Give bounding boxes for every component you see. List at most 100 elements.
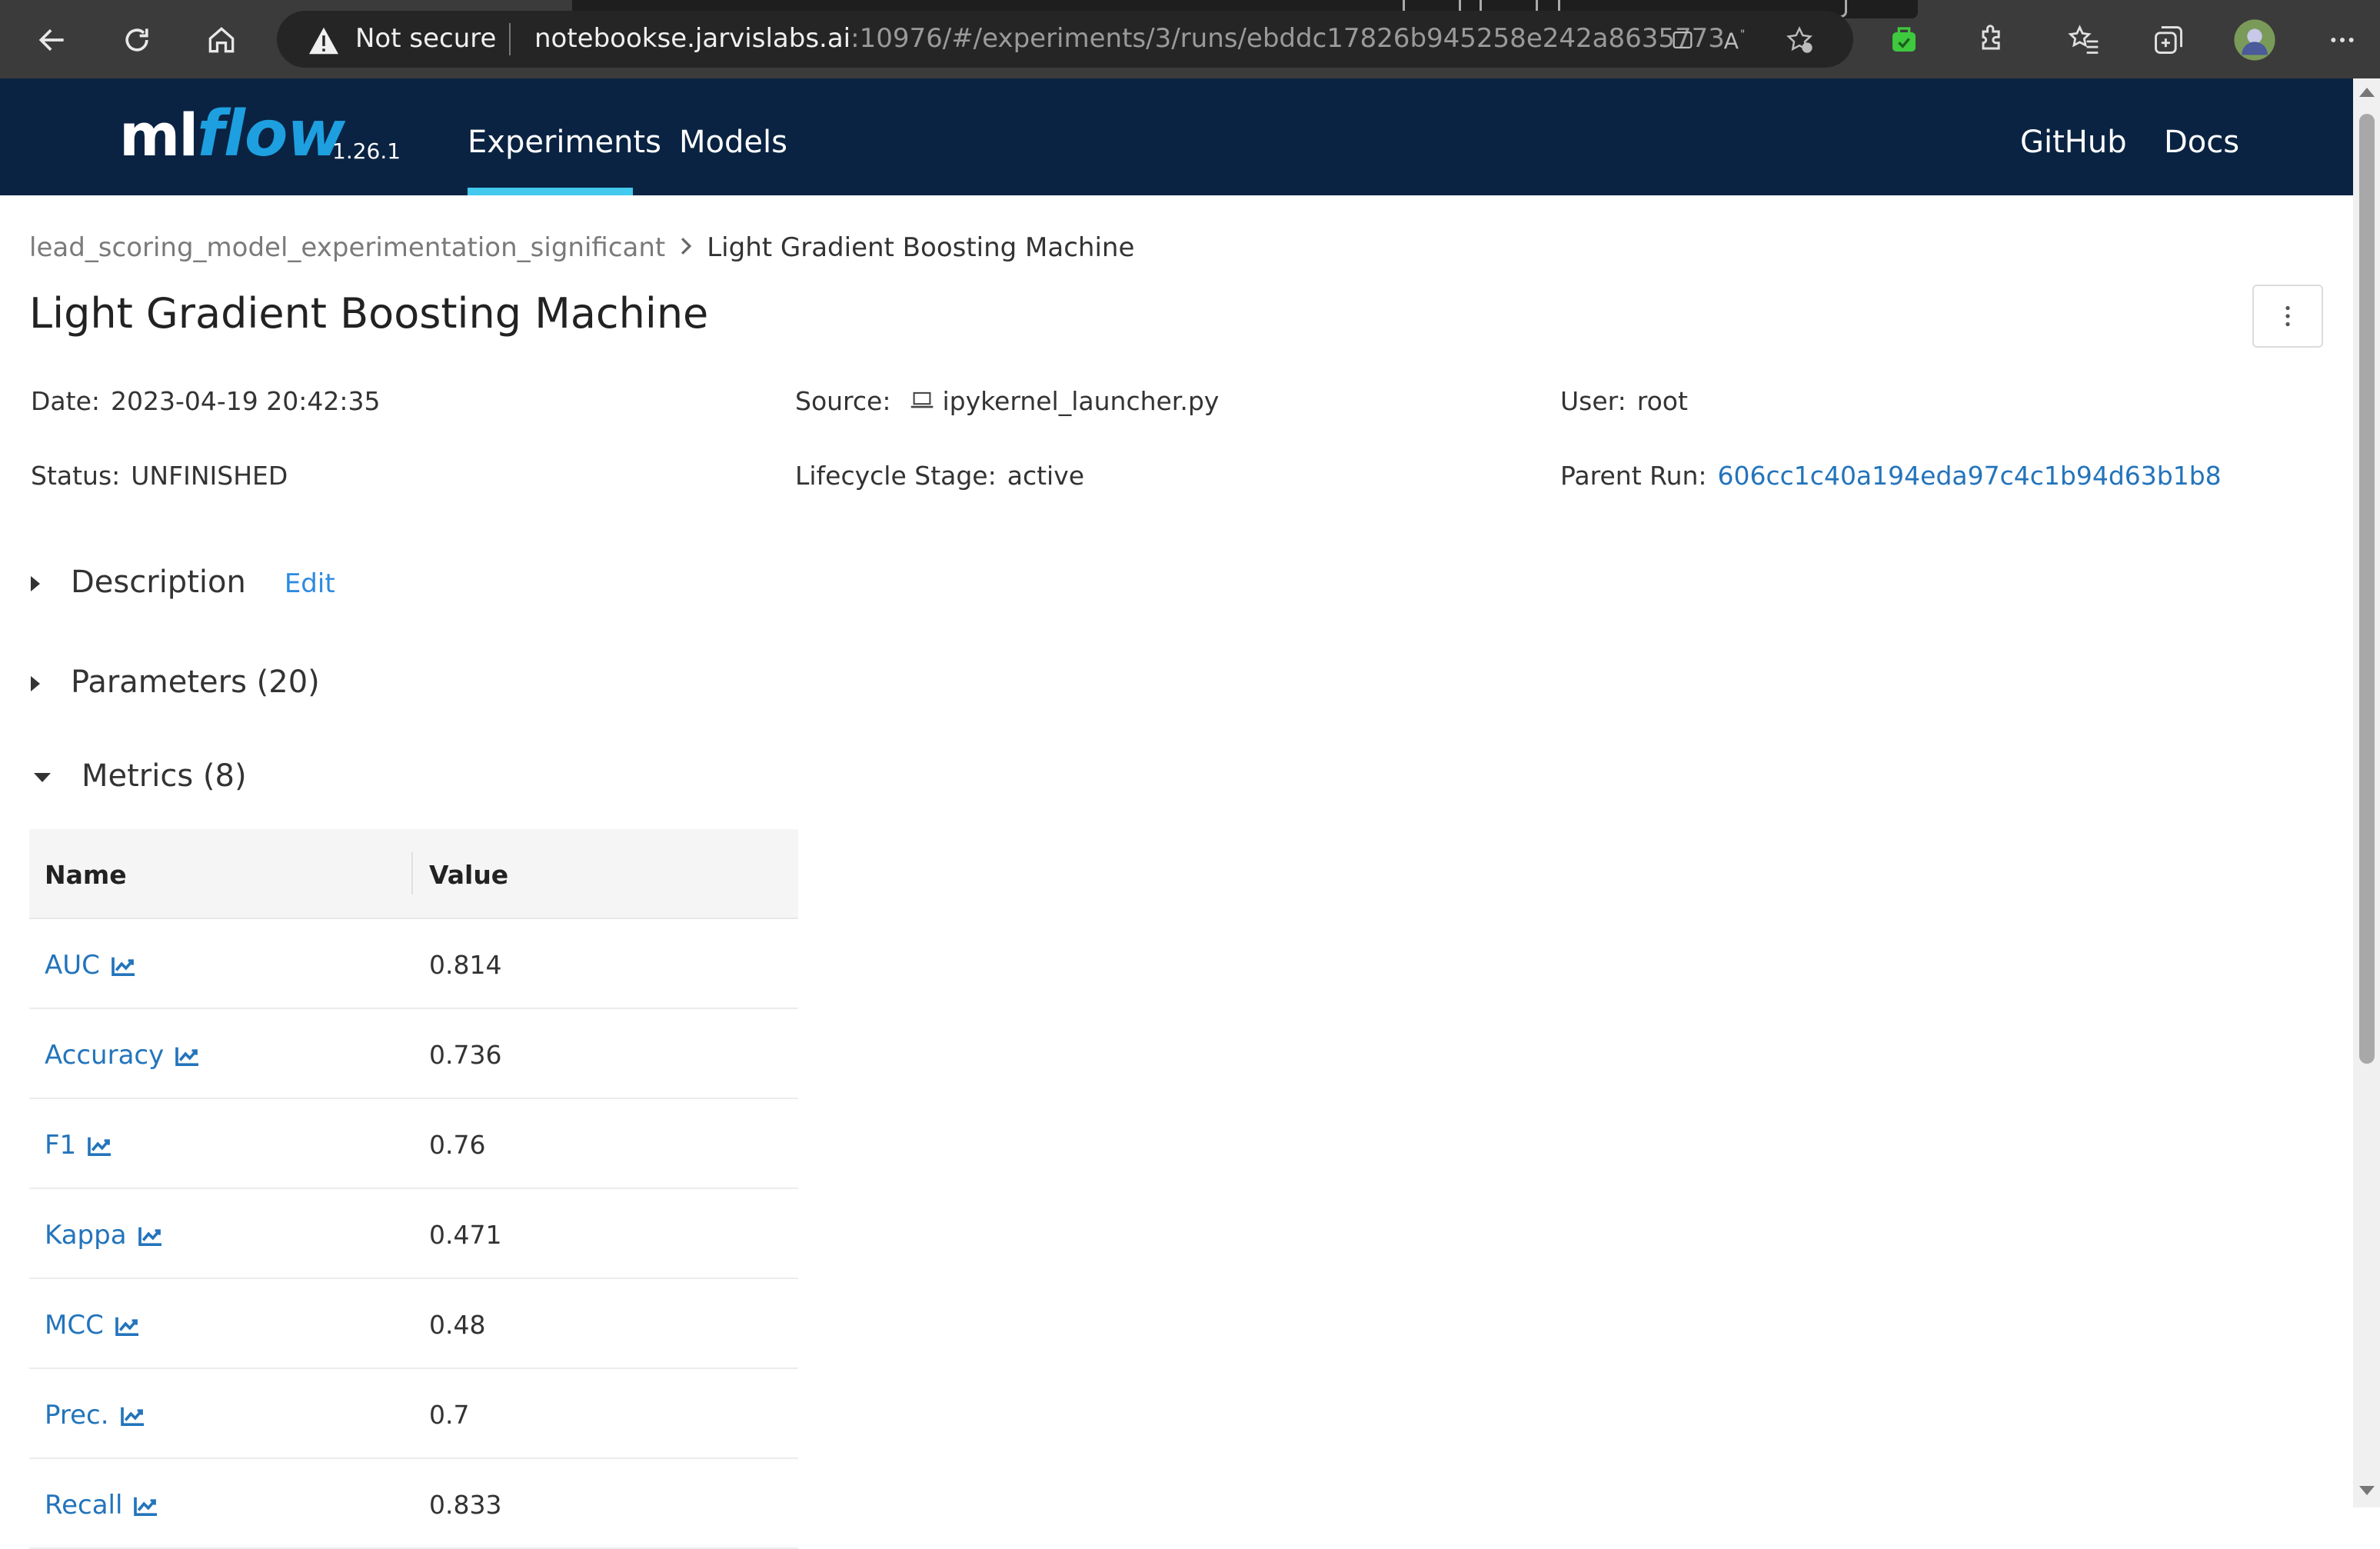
table-row: AUC 0.814 [29, 919, 798, 1009]
svg-text:A: A [1724, 28, 1739, 53]
metrics-table: Name Value AUC 0.814 Accuracy 0.736 F1 0.76 Ka… [29, 829, 798, 1549]
metric-name-link[interactable]: Recall [45, 1490, 159, 1524]
column-header-value[interactable]: Value [429, 860, 508, 890]
line-chart-icon[interactable] [175, 1043, 201, 1074]
meta-date-key: Date: [31, 386, 100, 416]
table-header: Name Value [29, 829, 798, 919]
breadcrumb-experiment[interactable]: lead_scoring_model_experimentation_signi… [29, 232, 665, 263]
caret-right-icon[interactable] [31, 676, 40, 691]
line-chart-icon[interactable] [120, 1403, 146, 1434]
refresh-icon[interactable] [114, 17, 160, 63]
tab-icon[interactable] [1667, 25, 1698, 55]
meta-parent-key: Parent Run: [1560, 461, 1707, 491]
description-section[interactable]: Description Edit [31, 565, 335, 600]
line-chart-icon[interactable] [111, 953, 137, 984]
mlflow-logo[interactable]: mlflow [119, 98, 345, 171]
line-chart-icon[interactable] [87, 1133, 113, 1164]
warning-icon[interactable] [308, 26, 340, 58]
favorites-icon[interactable] [2061, 17, 2107, 63]
line-chart-icon[interactable] [115, 1313, 141, 1344]
meta-source: Source: ipykernel_launcher.py [795, 386, 1219, 416]
nav-experiments[interactable]: Experiments [468, 125, 661, 160]
meta-user: User: root [1560, 386, 1688, 416]
more-icon[interactable] [2319, 17, 2365, 63]
metrics-heading[interactable]: Metrics (8) [82, 758, 247, 794]
table-row: Prec. 0.7 [29, 1369, 798, 1459]
metric-name-link[interactable]: Kappa [45, 1220, 164, 1254]
meta-source-value: ipykernel_launcher.py [942, 386, 1220, 416]
parameters-heading[interactable]: Parameters (20) [71, 665, 320, 700]
laptop-icon [910, 386, 934, 416]
scroll-up-arrow-icon[interactable] [2358, 85, 2376, 102]
meta-status-key: Status: [31, 461, 121, 491]
read-aloud-icon[interactable]: A " [1723, 25, 1753, 55]
line-chart-icon[interactable] [133, 1493, 159, 1524]
address-separator [509, 23, 511, 55]
table-row: F1 0.76 [29, 1099, 798, 1189]
extensions-icon[interactable] [1969, 17, 2015, 63]
metric-value: 0.814 [429, 950, 502, 980]
scrollbar-thumb[interactable] [2359, 114, 2375, 1064]
meta-status-value: UNFINISHED [131, 461, 288, 491]
collections-icon[interactable] [2145, 17, 2192, 63]
scroll-down-arrow-icon[interactable] [2358, 1484, 2376, 1501]
metric-value: 0.471 [429, 1220, 502, 1250]
meta-lifecycle-key: Lifecycle Stage: [795, 461, 997, 491]
metric-name-link[interactable]: Accuracy [45, 1040, 201, 1074]
not-secure-label[interactable]: Not secure [355, 23, 496, 54]
meta-parent-run: Parent Run: 606cc1c40a194eda97c4c1b94d63b… [1560, 461, 2222, 491]
metric-value: 0.7 [429, 1400, 470, 1430]
metric-name-link[interactable]: MCC [45, 1310, 141, 1344]
chevron-right-icon [679, 232, 693, 263]
version-label: 1.26.1 [332, 138, 401, 164]
table-row: Recall 0.833 [29, 1459, 798, 1549]
meta-date-value: 2023-04-19 20:42:35 [111, 386, 381, 416]
page-title: Light Gradient Boosting Machine [29, 289, 709, 338]
meta-user-key: User: [1560, 386, 1626, 416]
kebab-icon [2285, 305, 2290, 327]
url-path: :10976/#/experiments/3/runs/ebddc17826b9… [850, 23, 1726, 54]
nav-docs[interactable]: Docs [2164, 125, 2239, 160]
back-icon[interactable] [29, 17, 75, 63]
logo-flow: flow [197, 98, 345, 171]
nav-github[interactable]: GitHub [2020, 125, 2127, 160]
metric-value: 0.48 [429, 1310, 486, 1340]
table-body: AUC 0.814 Accuracy 0.736 F1 0.76 Kappa 0.471 MCC… [29, 919, 798, 1549]
column-header-name[interactable]: Name [45, 860, 127, 890]
address-bar[interactable]: Not secure notebookse.jarvislabs.ai:1097… [277, 11, 1853, 68]
caret-down-icon[interactable] [34, 773, 51, 782]
metric-name-link[interactable]: Prec. [45, 1400, 146, 1434]
parent-run-link[interactable]: 606cc1c40a194eda97c4c1b94d63b1b8 [1718, 461, 2222, 491]
description-heading[interactable]: Description [71, 565, 246, 600]
active-nav-indicator [468, 188, 633, 195]
table-row: Accuracy 0.736 [29, 1009, 798, 1099]
profile-avatar[interactable] [2232, 17, 2278, 63]
nav-models[interactable]: Models [679, 125, 787, 160]
meta-status: Status: UNFINISHED [31, 461, 288, 491]
breadcrumb-current: Light Gradient Boosting Machine [707, 232, 1135, 263]
meta-user-value: root [1636, 386, 1688, 416]
metric-name-link[interactable]: AUC [45, 950, 137, 984]
mlflow-header: mlflow 1.26.1 Experiments Models GitHub … [0, 78, 2353, 195]
extension-icon[interactable] [1881, 17, 1927, 63]
metric-value: 0.833 [429, 1490, 502, 1520]
column-divider [411, 852, 413, 894]
url-text[interactable]: notebookse.jarvislabs.ai:10976/#/experim… [534, 23, 1726, 54]
parameters-section[interactable]: Parameters (20) [31, 665, 320, 700]
line-chart-icon[interactable] [138, 1223, 164, 1254]
more-options-button[interactable] [2252, 285, 2323, 348]
metric-value: 0.76 [429, 1130, 486, 1160]
svg-text:": " [1740, 28, 1746, 41]
add-favorite-icon[interactable] [1784, 25, 1815, 55]
metric-name-link[interactable]: F1 [45, 1130, 113, 1164]
table-row: Kappa 0.471 [29, 1189, 798, 1279]
url-host: notebookse.jarvislabs.ai [534, 23, 851, 54]
breadcrumb: lead_scoring_model_experimentation_signi… [29, 232, 1134, 263]
metric-value: 0.736 [429, 1040, 502, 1070]
edit-description-link[interactable]: Edit [285, 568, 335, 599]
caret-right-icon[interactable] [31, 576, 40, 591]
table-row: MCC 0.48 [29, 1279, 798, 1369]
metrics-section[interactable]: Metrics (8) [31, 758, 247, 794]
home-icon[interactable] [198, 17, 245, 63]
meta-lifecycle: Lifecycle Stage: active [795, 461, 1084, 491]
